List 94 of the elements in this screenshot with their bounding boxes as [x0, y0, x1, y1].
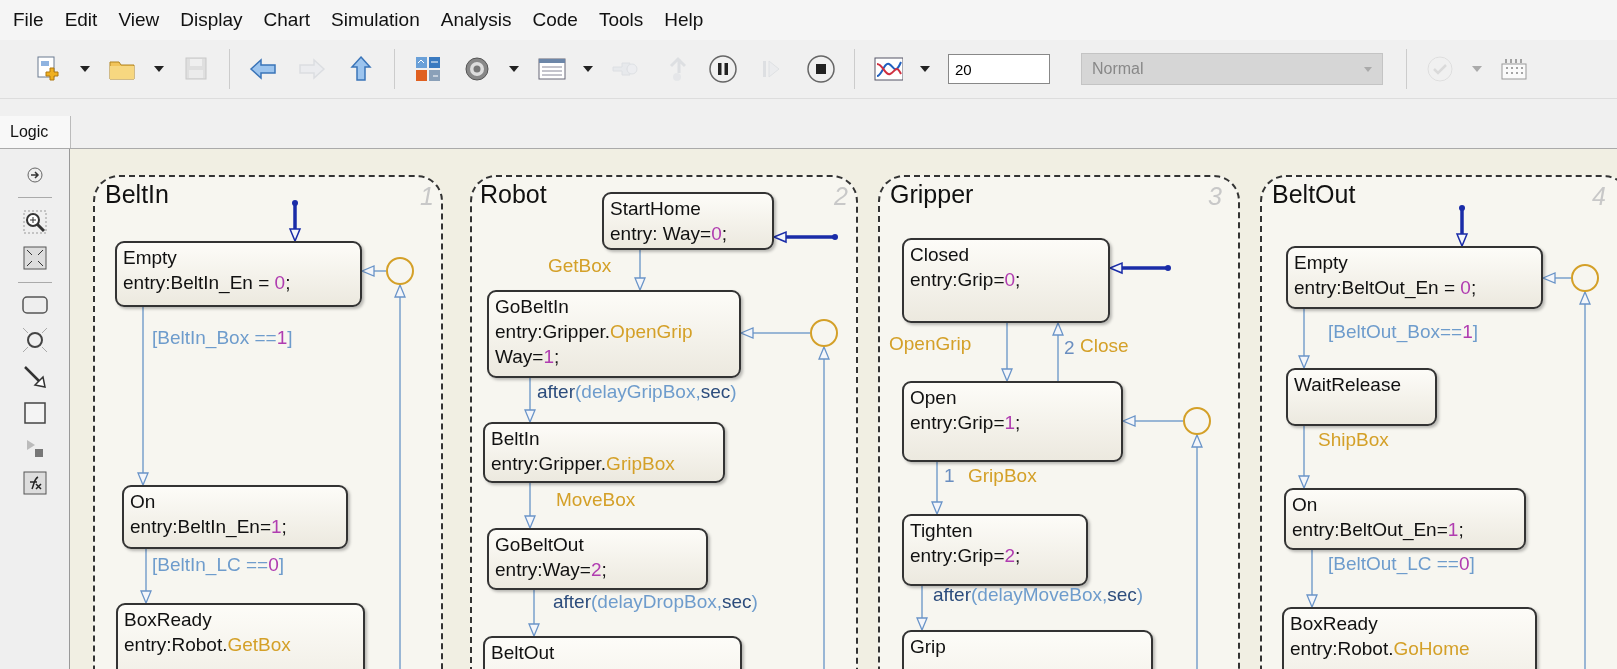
state-action: entry:Grip=0; [910, 268, 1022, 292]
tab[interactable]: Logic [0, 116, 72, 148]
state-action: entry:BeltOut_En = 0; [1294, 276, 1478, 300]
execution-order: 1 [944, 464, 955, 488]
transition-arrow [1298, 425, 1310, 490]
transition-label: after(delayGripBox,sec) [537, 380, 737, 404]
transition-arrow [140, 548, 152, 605]
junction-node [1183, 407, 1211, 435]
state-name: Open [910, 386, 958, 410]
transition-arrow [1052, 321, 1064, 382]
transition-arrow [524, 377, 536, 424]
menu-item[interactable]: Display [171, 9, 255, 31]
rounded-rectangle-icon[interactable] [21, 295, 48, 315]
fit-view-icon[interactable] [22, 246, 47, 270]
transition-label: after(delayDropBox,sec) [553, 590, 758, 614]
state-name: Empty [1294, 251, 1349, 275]
state-name: GoBeltOut [495, 533, 585, 557]
default-transition-arrow [772, 230, 838, 244]
transition-label: [BeltIn_LC ==0] [152, 553, 285, 577]
transition-label: MoveBox [556, 488, 636, 512]
transition-label: GetBox [548, 254, 612, 278]
state-action: entry:BeltOut_En=1; [1292, 518, 1465, 542]
menu-item[interactable]: View [109, 9, 172, 31]
transition-arrow [1001, 322, 1013, 383]
state-action: entry:Gripper.GripBox [491, 452, 676, 476]
arrow-icon[interactable] [22, 365, 47, 389]
transition-arrow [916, 585, 928, 632]
transition-arrow [739, 327, 811, 339]
state-name: On [1292, 493, 1319, 517]
menu-item[interactable]: Chart [254, 9, 322, 31]
menu-item[interactable]: Edit [55, 9, 110, 31]
square-icon[interactable] [22, 401, 47, 425]
state-name: BeltIn [491, 427, 541, 451]
transition-arrow [528, 589, 540, 638]
superstate-title: Gripper [890, 180, 974, 209]
state-action: entry:Grip=1; [910, 411, 1022, 435]
state-action: entry:Gripper.OpenGrip [495, 320, 694, 344]
transition-label: Close [1080, 334, 1129, 358]
caret-icon [1364, 66, 1372, 72]
number-field[interactable]: 20 [948, 54, 1050, 84]
state-action: entry:Grip=2; [910, 544, 1022, 568]
menu-item[interactable]: File [4, 9, 56, 31]
superstate-title: BeltOut [1272, 180, 1356, 209]
transition-arrow [1121, 415, 1184, 427]
state-action: entry: Way=0; [610, 222, 729, 246]
superstate-title: BeltIn [105, 180, 169, 209]
state-name: Grip [910, 635, 947, 659]
menu-item[interactable]: Analysis [431, 9, 524, 31]
state-action: entry:Way=2; [495, 558, 608, 582]
state-name: Closed [910, 243, 971, 267]
transition-label: after(delayMoveBox,sec) [933, 583, 1144, 607]
menu-item[interactable]: Tools [589, 9, 656, 31]
transition-label: [BeltOut_Box==1] [1328, 320, 1478, 344]
transition-arrow [1306, 549, 1318, 609]
junction-node [386, 257, 414, 285]
state-name: GoBeltIn [495, 295, 570, 319]
transition-arrow [1541, 272, 1572, 284]
state-name: On [130, 490, 157, 514]
junction-circle-icon[interactable] [21, 327, 48, 353]
state-name: BoxReady [1290, 612, 1379, 636]
state-action: entry:Robot.GoHome [1290, 637, 1471, 661]
execution-order: 2 [1064, 336, 1075, 360]
transition-label: GripBox [968, 464, 1037, 488]
navigate-icon[interactable] [24, 165, 45, 185]
state-action: entry:BeltIn_En=1; [130, 515, 288, 539]
state-action: Way=1; [495, 345, 561, 369]
state-action: entry:BeltIn_En = 0; [123, 271, 292, 295]
transition-label: ShipBox [1318, 428, 1389, 452]
transition-label: OpenGrip [889, 332, 972, 356]
state-name: Tighten [910, 519, 974, 543]
transition-label: [BeltOut_LC ==0] [1328, 552, 1475, 576]
menu-item[interactable]: Simulation [322, 9, 432, 31]
menu-item[interactable]: Help [655, 9, 716, 31]
transition-arrow [360, 265, 387, 277]
transition-label: [BeltIn_Box ==1] [152, 326, 293, 350]
transition-arrow [1298, 308, 1310, 370]
transition-arrow [931, 461, 943, 516]
function-icon[interactable] [22, 471, 47, 495]
state-name: Empty [123, 246, 178, 270]
state-action: entry:Robot.GetBox [124, 633, 292, 657]
junction-node [810, 319, 838, 347]
superstate-title: Robot [480, 180, 547, 209]
transition-arrow [524, 482, 536, 530]
state-name: BeltOut [491, 641, 556, 665]
default-transition-arrow [1455, 205, 1469, 248]
transition-arrow [634, 249, 646, 292]
menu-item[interactable]: Code [523, 9, 590, 31]
junction-node [1571, 264, 1599, 292]
default-transition-arrow [1108, 261, 1171, 275]
state-name: StartHome [610, 197, 702, 221]
state-name: WaitRelease [1294, 373, 1402, 397]
default-transition-arrow [288, 200, 302, 243]
state-name: BoxReady [124, 608, 213, 632]
zoom-in-icon[interactable] [22, 210, 47, 234]
